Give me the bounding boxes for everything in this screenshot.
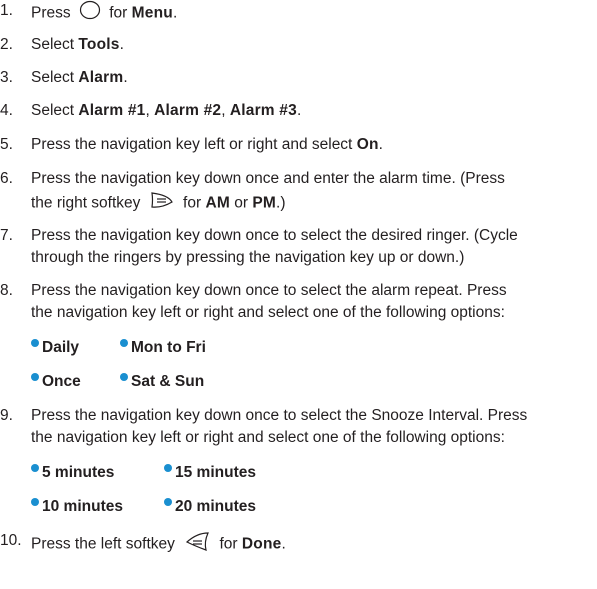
bullet-icon (31, 498, 39, 506)
done-label: Done (241, 535, 282, 553)
option-10-minutes: 10 minutes (31, 496, 123, 518)
alarm-1-label: Alarm #1 (78, 102, 146, 119)
alarm-2-label: Alarm #2 (154, 102, 222, 119)
bullet-icon (164, 464, 172, 472)
option-daily: Daily (31, 337, 79, 359)
step-number: 2. (0, 36, 13, 53)
on-label: On (356, 136, 379, 153)
step-number: 1. (0, 2, 13, 19)
step-text: Press (31, 4, 71, 22)
bullet-icon (31, 464, 39, 472)
step-number: 3. (0, 69, 13, 86)
alarm-label: Alarm (78, 69, 124, 86)
alarm-3-label: Alarm #3 (229, 102, 297, 119)
option-20-minutes: 20 minutes (164, 496, 256, 518)
menu-key-icon (79, 0, 101, 27)
step-number: 10. (0, 532, 22, 549)
bullet-icon (31, 373, 39, 381)
option-mon-to-fri: Mon to Fri (120, 337, 206, 359)
step-number: 6. (0, 170, 13, 187)
tools-label: Tools (78, 36, 120, 53)
step-number: 5. (0, 136, 13, 153)
step-number: 8. (0, 282, 13, 299)
option-15-minutes: 15 minutes (164, 462, 256, 484)
am-label: AM (205, 194, 230, 212)
left-softkey-icon (183, 530, 211, 559)
bullet-icon (120, 339, 128, 347)
pm-label: PM (252, 194, 277, 212)
right-softkey-icon (149, 190, 175, 217)
step-number: 4. (0, 102, 13, 119)
step-number: 9. (0, 407, 13, 424)
menu-label: Menu (131, 4, 173, 22)
step-number: 7. (0, 227, 13, 244)
bullet-icon (31, 339, 39, 347)
option-5-minutes: 5 minutes (31, 462, 114, 484)
bullet-icon (120, 373, 128, 381)
option-once: Once (31, 371, 81, 393)
bullet-icon (164, 498, 172, 506)
option-sat-sun: Sat & Sun (120, 371, 204, 393)
